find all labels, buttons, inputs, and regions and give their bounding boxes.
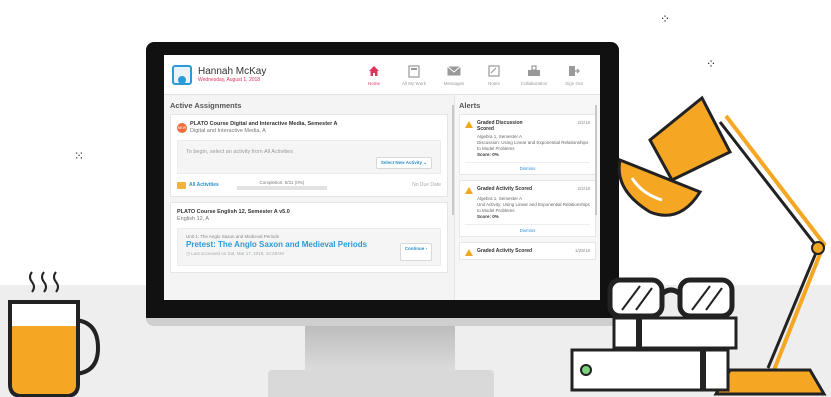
user-info: Hannah McKay Wednesday, August 1, 2018: [198, 66, 266, 83]
envelope-icon: [436, 63, 472, 79]
last-accessed: ◷ Last accessed on Sat, Mar 17, 2018, 10…: [186, 251, 367, 257]
activity-hint: To begin, select an activity from All Ac…: [186, 149, 293, 155]
alert-title: Graded Discussion Scored: [477, 120, 523, 132]
assignments-panel: Active Assignments NEW PLATO Course Digi…: [164, 95, 454, 300]
alert-score: Score: 0%: [477, 214, 499, 219]
nav-label: Notes: [488, 81, 500, 86]
course-subtitle: English 12, A: [177, 216, 210, 222]
monitor-stand-neck: [305, 326, 455, 372]
nav-all-my-work[interactable]: All My Work: [396, 63, 432, 86]
select-new-activity-button[interactable]: Select New Activity ⌄: [375, 157, 432, 169]
activity-box: To begin, select an activity from All Ac…: [177, 140, 441, 174]
app-header: Hannah McKay Wednesday, August 1, 2018 H…: [164, 55, 600, 95]
notes-icon: [476, 63, 512, 79]
nav-label: Messages: [443, 81, 465, 86]
dismiss-button[interactable]: Dismiss: [465, 162, 590, 171]
alert-body: Algebra 1, Semester A Unit Activity: Usi…: [477, 196, 590, 220]
activity-title-link[interactable]: Pretest: The Anglo Saxon and Medieval Pe…: [186, 241, 367, 249]
sparkle-icon: ⁘: [660, 12, 671, 26]
folder-icon: [396, 63, 432, 79]
assignment-card: NEW PLATO Course Digital and Interactive…: [170, 114, 448, 197]
unit-label: Unit 1: The Anglo Saxon and Medieval Per…: [186, 234, 279, 239]
illustration-scene: ⁘ ⁘ ⁙ Hannah McKay Wednesday, August 1, …: [0, 0, 831, 397]
alert-title: Graded Activity Scored: [477, 248, 533, 254]
app-screen: Hannah McKay Wednesday, August 1, 2018 H…: [164, 55, 600, 300]
nav-notes[interactable]: Notes: [476, 63, 512, 86]
clock-icon: ◷: [186, 251, 190, 256]
course-title[interactable]: PLATO Course Digital and Interactive Med…: [190, 121, 338, 127]
warning-icon: [465, 187, 473, 194]
completion: Completion: 0/31 (0%): [236, 180, 327, 190]
current-date: Wednesday, August 1, 2018: [198, 77, 261, 83]
main-nav: Home All My Work Messages Notes Collabor…: [356, 63, 592, 86]
coffee-mug-icon: [8, 271, 101, 397]
alert-card[interactable]: Graded Discussion Scored 2/2/18 Algebra …: [459, 114, 596, 175]
continue-button[interactable]: Continue ›: [399, 243, 432, 261]
monitor-stand-base: [268, 370, 494, 397]
sparkle-icon: ⁘: [706, 57, 717, 71]
all-activities-link[interactable]: All Activities: [177, 181, 219, 189]
completion-bar: [236, 186, 327, 190]
alert-detail: Discussion: Using Linear and Exponential…: [477, 140, 589, 151]
alert-score: Score: 0%: [477, 152, 499, 157]
alert-date: 2/2/18: [577, 186, 590, 191]
alert-date: 2/2/18: [577, 120, 590, 125]
nav-collaboration[interactable]: Collaboration: [516, 63, 552, 86]
section-heading: Active Assignments: [170, 101, 242, 110]
activity-box: Unit 1: The Anglo Saxon and Medieval Per…: [177, 228, 441, 266]
chevron-down-icon: ⌄: [423, 160, 427, 165]
last-accessed-text: Last accessed on Sat, Mar 17, 2018, 10:2…: [191, 251, 284, 256]
completion-label: Completion: 0/31 (0%): [259, 180, 305, 185]
alert-card[interactable]: Graded Activity Scored 1/29/18: [459, 242, 596, 260]
app-body: Active Assignments NEW PLATO Course Digi…: [164, 95, 600, 300]
new-badge: NEW: [177, 122, 187, 133]
section-heading: Alerts: [459, 101, 481, 110]
alert-date: 1/29/18: [574, 248, 590, 253]
nav-messages[interactable]: Messages: [436, 63, 472, 86]
button-label: Continue: [404, 246, 425, 251]
course-subtitle: Digital and Interactive Media, A: [190, 128, 266, 134]
all-activities-label: All Activities: [189, 182, 219, 188]
activities-icon: [177, 181, 186, 189]
sparkle-icon: ⁙: [74, 149, 85, 163]
alert-card[interactable]: Graded Activity Scored 2/2/18 Algebra 1,…: [459, 180, 596, 237]
books-and-glasses-icon: [570, 277, 738, 392]
warning-icon: [465, 121, 473, 128]
nav-home[interactable]: Home: [356, 63, 392, 86]
nav-sign-out[interactable]: Sign Out: [556, 63, 592, 86]
alert-title: Graded Activity Scored: [477, 186, 533, 192]
button-label: Select New Activity: [380, 160, 422, 165]
nav-label: Sign Out: [565, 81, 583, 86]
nav-label: All My Work: [402, 81, 426, 86]
nav-label: Collaboration: [520, 81, 548, 86]
course-title[interactable]: PLATO Course English 12, Semester A v5.0: [177, 209, 441, 215]
alert-detail: Unit Activity: Using Linear and Exponent…: [477, 202, 590, 213]
nav-label: Home: [367, 81, 380, 86]
assignment-card: PLATO Course English 12, Semester A v5.0…: [170, 202, 448, 273]
monitor-chin: [146, 318, 619, 326]
user-name: Hannah McKay: [198, 66, 267, 77]
avatar[interactable]: [172, 64, 192, 85]
warning-icon: [465, 249, 473, 256]
alert-body: Algebra 1, Semester A Discussion: Using …: [477, 134, 590, 158]
home-icon: [356, 63, 392, 79]
sign-out-icon: [556, 63, 592, 79]
scrollbar[interactable]: [595, 105, 597, 215]
collaboration-icon: [516, 63, 552, 79]
due-date: No Due Date: [412, 182, 441, 188]
dismiss-button[interactable]: Dismiss: [465, 224, 590, 233]
chevron-right-icon: ›: [425, 246, 428, 251]
